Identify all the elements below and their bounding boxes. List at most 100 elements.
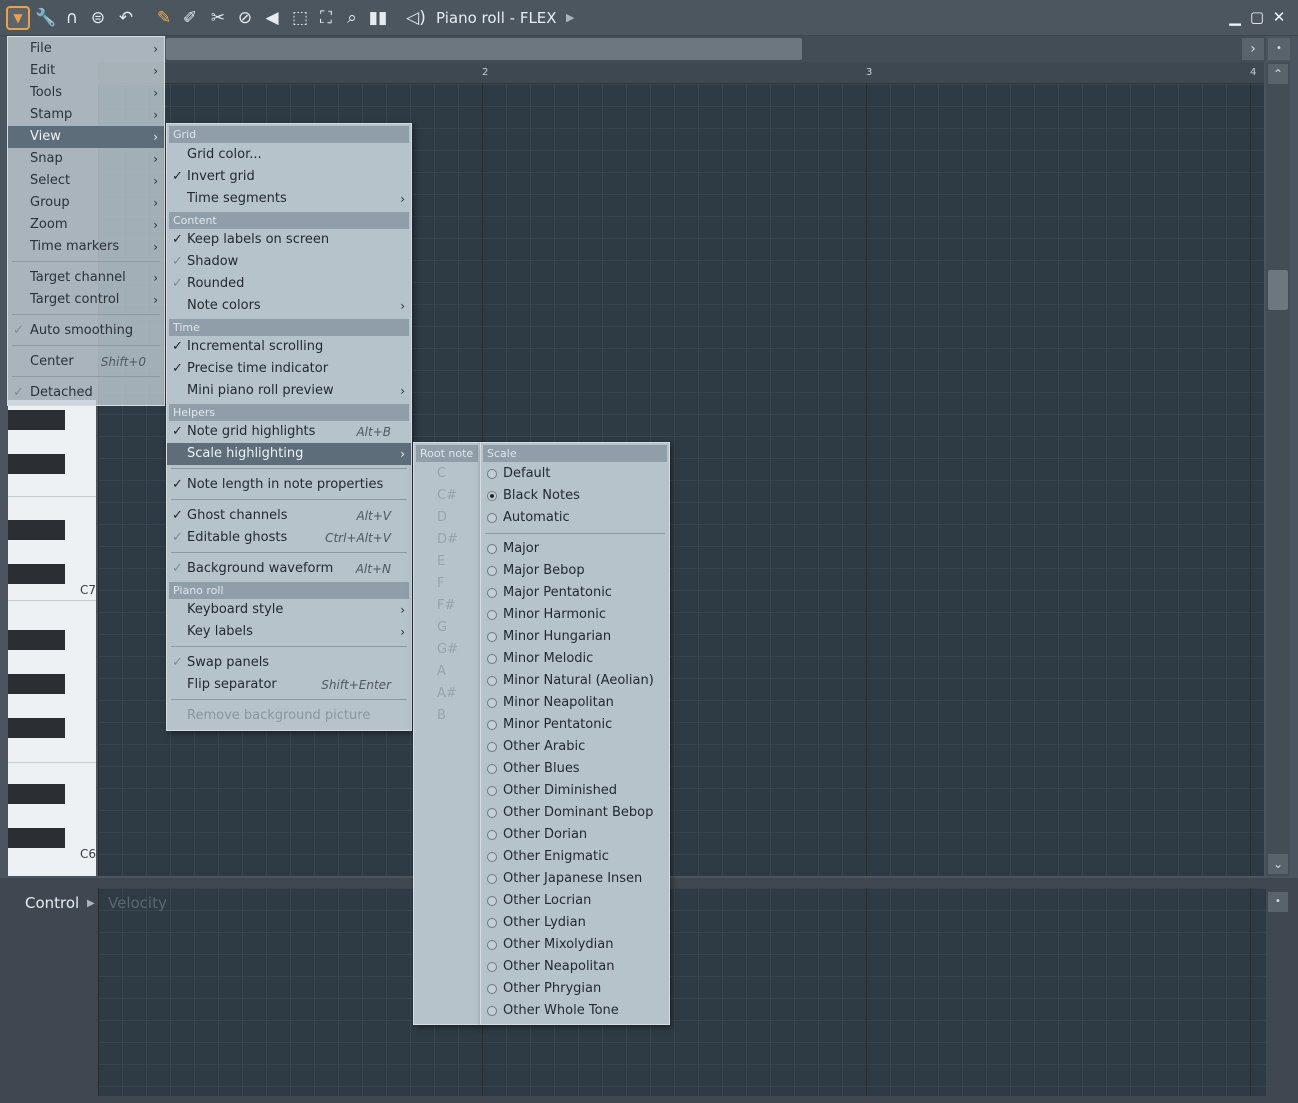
paint-icon[interactable]: ✐ <box>178 6 202 30</box>
menu-item-note-length[interactable]: ✓ Note length in note properties <box>167 474 411 496</box>
scroll-right-icon[interactable]: › <box>1242 38 1264 60</box>
control-chevron-icon[interactable]: ▶ <box>87 898 95 909</box>
menu-item-precise-time-indicator[interactable]: ✓ Precise time indicator <box>167 358 411 380</box>
menu-item-mini-piano-roll[interactable]: Mini piano roll preview › <box>167 380 411 402</box>
scale-item[interactable]: Other Whole Tone <box>481 1000 669 1022</box>
menu-item-stamp[interactable]: Stamp › <box>8 104 164 126</box>
black-key[interactable] <box>8 784 65 804</box>
scale-item[interactable]: Other Dominant Bebop <box>481 802 669 824</box>
menu-item-key-labels[interactable]: Key labels › <box>167 621 411 643</box>
root-note-item[interactable]: A# <box>416 683 478 705</box>
vertical-scroll-thumb[interactable] <box>1268 270 1288 310</box>
scale-item[interactable]: Minor Natural (Aeolian) <box>481 670 669 692</box>
scroll-options-icon[interactable]: • <box>1268 38 1290 60</box>
slice-icon[interactable]: ◀ <box>260 6 284 30</box>
scale-item[interactable]: Major Pentatonic <box>481 582 669 604</box>
scale-item[interactable]: Other Phrygian <box>481 978 669 1000</box>
menu-item-select[interactable]: Select › <box>8 170 164 192</box>
menu-item-keep-labels[interactable]: ✓ Keep labels on screen <box>167 229 411 251</box>
scale-item[interactable]: Major Bebop <box>481 560 669 582</box>
scale-item[interactable]: Minor Neapolitan <box>481 692 669 714</box>
menu-item-background-waveform[interactable]: ✓ Background waveform Alt+N <box>167 558 411 580</box>
black-key[interactable] <box>8 454 65 474</box>
scale-item-default[interactable]: Default <box>481 463 669 485</box>
play-mode-icon[interactable]: ⊜ <box>86 6 110 30</box>
root-note-item[interactable]: E <box>416 551 478 573</box>
menu-item-note-colors[interactable]: Note colors › <box>167 295 411 317</box>
menu-item-rounded[interactable]: ✓ Rounded <box>167 273 411 295</box>
menu-item-detached[interactable]: ✓ Detached <box>8 382 164 404</box>
black-key[interactable] <box>8 828 65 848</box>
black-key[interactable] <box>8 520 65 540</box>
menu-item-flip-separator[interactable]: Flip separator Shift+Enter <box>167 674 411 696</box>
scroll-up-icon[interactable]: ⌃ <box>1268 64 1288 84</box>
menu-item-incremental-scrolling[interactable]: ✓ Incremental scrolling <box>167 336 411 358</box>
scale-item[interactable]: Minor Harmonic <box>481 604 669 626</box>
scale-item[interactable]: Other Enigmatic <box>481 846 669 868</box>
control-label[interactable]: Control <box>25 894 79 912</box>
root-note-item[interactable]: F# <box>416 595 478 617</box>
menu-item-tools[interactable]: Tools › <box>8 82 164 104</box>
root-note-item[interactable]: D <box>416 507 478 529</box>
menu-item-snap[interactable]: Snap › <box>8 148 164 170</box>
root-note-item[interactable]: A <box>416 661 478 683</box>
undo-icon[interactable]: ↶ <box>114 6 138 30</box>
menu-item-note-grid-highlights[interactable]: ✓ Note grid highlights Alt+B <box>167 421 411 443</box>
mute-icon[interactable]: ⊘ <box>233 6 257 30</box>
scale-item[interactable]: Major <box>481 538 669 560</box>
scale-item[interactable]: Other Dorian <box>481 824 669 846</box>
root-note-item[interactable]: D# <box>416 529 478 551</box>
menu-item-scale-highlighting[interactable]: Scale highlighting › <box>167 443 411 465</box>
menu-arrow-icon[interactable]: ▼ <box>6 6 30 30</box>
scale-item[interactable]: Other Neapolitan <box>481 956 669 978</box>
magnet-icon[interactable]: ∩ <box>60 6 84 30</box>
menu-item-target-control[interactable]: Target control › <box>8 289 164 311</box>
scale-item[interactable]: Other Locrian <box>481 890 669 912</box>
root-note-item[interactable]: C <box>416 463 478 485</box>
minimize-icon[interactable]: ▁ <box>1226 8 1244 28</box>
scale-item[interactable]: Other Mixolydian <box>481 934 669 956</box>
menu-item-keyboard-style[interactable]: Keyboard style › <box>167 599 411 621</box>
scale-item[interactable]: Minor Melodic <box>481 648 669 670</box>
menu-item-auto-smoothing[interactable]: ✓ Auto smoothing <box>8 320 164 342</box>
root-note-item[interactable]: B <box>416 705 478 727</box>
time-ruler[interactable]: 2 3 4 <box>98 62 1264 84</box>
menu-item-center[interactable]: Center Shift+0 <box>8 351 164 373</box>
event-grid[interactable] <box>98 888 1266 1096</box>
scale-item-automatic[interactable]: Automatic <box>481 507 669 529</box>
menu-item-ghost-channels[interactable]: ✓ Ghost channels Alt+V <box>167 505 411 527</box>
scroll-down-icon[interactable]: ⌄ <box>1268 854 1288 874</box>
title-chevron-icon[interactable]: ▶ <box>566 11 574 24</box>
menu-item-shadow[interactable]: ✓ Shadow <box>167 251 411 273</box>
scale-item[interactable]: Other Japanese Insen <box>481 868 669 890</box>
menu-item-swap-panels[interactable]: ✓ Swap panels <box>167 652 411 674</box>
root-note-item[interactable]: G <box>416 617 478 639</box>
menu-item-target-channel[interactable]: Target channel › <box>8 267 164 289</box>
horizontal-scroll-thumb[interactable] <box>166 38 802 60</box>
menu-item-time-segments[interactable]: Time segments › <box>167 188 411 210</box>
menu-item-edit[interactable]: Edit › <box>8 60 164 82</box>
black-key[interactable] <box>8 410 65 430</box>
vertical-scrollbar[interactable] <box>1266 62 1290 876</box>
control-options-icon[interactable]: • <box>1268 892 1288 912</box>
menu-item-invert-grid[interactable]: ✓ Invert grid <box>167 166 411 188</box>
scale-item[interactable]: Other Diminished <box>481 780 669 802</box>
maximize-icon[interactable]: ▢ <box>1248 8 1266 28</box>
root-note-item[interactable]: G# <box>416 639 478 661</box>
root-note-item[interactable]: F <box>416 573 478 595</box>
black-key[interactable] <box>8 718 65 738</box>
menu-item-editable-ghosts[interactable]: ✓ Editable ghosts Ctrl+Alt+V <box>167 527 411 549</box>
scale-item-black-notes[interactable]: Black Notes <box>481 485 669 507</box>
scale-item[interactable]: Other Lydian <box>481 912 669 934</box>
fullscreen-icon[interactable]: ⛶ <box>314 6 338 30</box>
scale-item[interactable]: Minor Hungarian <box>481 626 669 648</box>
scale-item[interactable]: Minor Pentatonic <box>481 714 669 736</box>
pencil-icon[interactable]: ✎ <box>152 6 176 30</box>
menu-item-view[interactable]: View › <box>8 126 164 148</box>
menu-item-grid-color[interactable]: Grid color... <box>167 144 411 166</box>
black-key[interactable] <box>8 564 65 584</box>
delete-icon[interactable]: ✂ <box>206 6 230 30</box>
playback-icon[interactable]: ▮▮ <box>366 6 390 30</box>
zoom-icon[interactable]: ⌕ <box>340 6 364 30</box>
black-key[interactable] <box>8 630 65 650</box>
